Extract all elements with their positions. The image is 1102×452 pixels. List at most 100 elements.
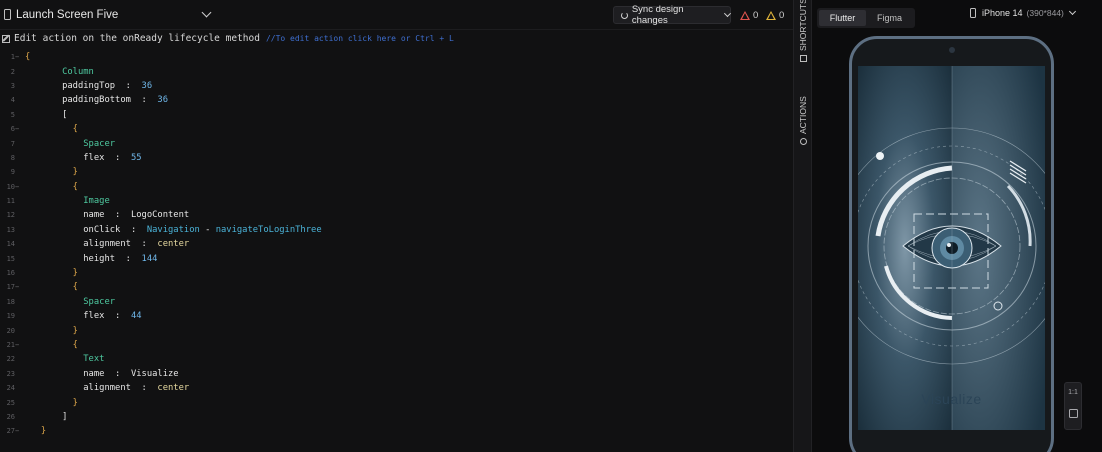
line-number: 14 bbox=[6, 240, 15, 249]
fold-icon[interactable]: − bbox=[15, 183, 22, 191]
code-line: 8 flex : 55 bbox=[10, 152, 142, 163]
code-line: 23 name : Visualize bbox=[6, 368, 179, 379]
tab-flutter[interactable]: Flutter bbox=[819, 10, 866, 26]
fold-icon[interactable]: − bbox=[15, 341, 22, 349]
warning-indicator[interactable]: 0 bbox=[766, 10, 784, 21]
visualize-text: Visualize bbox=[921, 391, 982, 407]
line-number: 11 bbox=[6, 197, 15, 206]
code-editor: Launch Screen Five Sync design changes 0… bbox=[0, 0, 793, 452]
screen-selector[interactable]: Launch Screen Five bbox=[0, 0, 212, 30]
fold-icon[interactable]: − bbox=[15, 283, 22, 291]
device-frame: Visualize bbox=[849, 36, 1054, 452]
logo-content-image[interactable] bbox=[858, 66, 1045, 430]
line-number: 19 bbox=[6, 312, 15, 321]
line-number: 2 bbox=[10, 67, 15, 76]
code-line: 15 height : 144 bbox=[6, 253, 158, 264]
code-line: 6− { bbox=[10, 124, 78, 135]
line-number: 15 bbox=[6, 254, 15, 263]
editor-toolbar: Launch Screen Five Sync design changes 0… bbox=[0, 0, 793, 30]
code-line: 27− } bbox=[6, 426, 47, 437]
fold-icon[interactable]: − bbox=[15, 125, 22, 133]
code-line: 4 paddingBottom : 36 bbox=[10, 95, 169, 106]
line-number: 27 bbox=[6, 427, 15, 436]
action-hint: //To edit action click here or Ctrl + L bbox=[265, 34, 454, 43]
widget-image: Image bbox=[83, 196, 110, 207]
widget-text: Text bbox=[83, 354, 105, 365]
line-number: 18 bbox=[6, 297, 15, 306]
code-line: 13 onClick : Navigation - navigateToLogi… bbox=[6, 224, 322, 235]
fold-icon[interactable]: − bbox=[15, 427, 22, 435]
line-number: 9 bbox=[10, 168, 15, 177]
actions-label: ACTIONS bbox=[798, 96, 808, 134]
line-number: 12 bbox=[6, 211, 15, 220]
phone-icon bbox=[4, 9, 11, 20]
actions-icon bbox=[799, 138, 807, 145]
line-number: 13 bbox=[6, 225, 15, 234]
code-line: 18 Spacer bbox=[0, 295, 793, 309]
line-number: 10 bbox=[6, 182, 15, 191]
line-number: 5 bbox=[10, 110, 15, 119]
side-panel-tabs: SHORTCUTS ACTIONS bbox=[793, 0, 812, 452]
code-line: 1−{ bbox=[10, 52, 31, 63]
code-line: 11 Image bbox=[0, 194, 793, 208]
code-area[interactable]: 1−{ 2 Column 3 paddingTop : 36 4 padding… bbox=[0, 50, 793, 439]
widget-column: Column bbox=[62, 66, 94, 77]
line-number: 24 bbox=[6, 384, 15, 393]
line-number: 4 bbox=[10, 96, 15, 105]
device-selector[interactable]: iPhone 14 (390*844) bbox=[970, 7, 1076, 18]
device-size: (390*844) bbox=[1026, 8, 1064, 18]
sync-icon bbox=[621, 11, 628, 19]
line-number: 7 bbox=[10, 139, 15, 148]
line-number: 23 bbox=[6, 369, 15, 378]
code-line: 21− { bbox=[6, 340, 78, 350]
line-number: 8 bbox=[10, 153, 15, 162]
device-name: iPhone 14 bbox=[982, 8, 1023, 18]
code-line: 19 flex : 44 bbox=[6, 311, 142, 322]
widget-spacer: Spacer bbox=[83, 296, 116, 307]
code-line: 7 Spacer bbox=[0, 136, 793, 150]
action-text: Edit action on the onReady lifecycle met… bbox=[14, 33, 260, 44]
lifecycle-action-bar[interactable]: Edit action on the onReady lifecycle met… bbox=[0, 30, 793, 47]
grid-icon bbox=[799, 55, 807, 62]
line-number: 20 bbox=[6, 326, 15, 335]
line-number: 21 bbox=[6, 341, 15, 349]
zoom-controls: 1:1 bbox=[1064, 382, 1082, 430]
chevron-down-icon bbox=[1068, 7, 1076, 16]
fold-icon[interactable]: − bbox=[15, 53, 22, 61]
sync-design-button[interactable]: Sync design changes bbox=[613, 4, 732, 26]
error-indicator[interactable]: 0 bbox=[740, 10, 758, 21]
fit-screen-icon[interactable] bbox=[1068, 409, 1078, 418]
warning-count: 0 bbox=[779, 10, 785, 21]
preview-panel: Flutter Figma iPhone 14 (390*844) Visual… bbox=[812, 0, 1102, 452]
line-number: 16 bbox=[6, 269, 15, 278]
shortcuts-tab[interactable]: SHORTCUTS bbox=[798, 0, 808, 62]
warning-icon bbox=[766, 11, 776, 20]
chevron-down-icon bbox=[724, 10, 732, 17]
code-line: 20 } bbox=[6, 325, 78, 336]
code-line: 12 name : LogoContent bbox=[6, 210, 190, 221]
code-line: 14 alignment : center bbox=[6, 239, 190, 250]
line-number: 22 bbox=[6, 355, 15, 364]
line-number: 17 bbox=[6, 283, 15, 292]
code-line: 24 alignment : center bbox=[6, 383, 190, 394]
preview-mode-toggle: Flutter Figma bbox=[817, 8, 915, 28]
code-line: 16 } bbox=[6, 268, 78, 279]
line-number: 25 bbox=[6, 398, 15, 407]
line-number: 3 bbox=[10, 81, 15, 90]
line-number: 26 bbox=[6, 412, 15, 421]
actions-tab[interactable]: ACTIONS bbox=[798, 96, 808, 145]
code-line: 5 [ bbox=[10, 109, 68, 120]
error-count: 0 bbox=[753, 10, 759, 21]
sync-label: Sync design changes bbox=[631, 4, 684, 26]
chevron-down-icon bbox=[201, 7, 212, 18]
screen-name: Launch Screen Five bbox=[16, 8, 119, 21]
zoom-reset-button[interactable]: 1:1 bbox=[1068, 389, 1078, 396]
code-line: 25 } bbox=[6, 397, 78, 408]
tab-figma[interactable]: Figma bbox=[866, 10, 913, 26]
code-line: 2 Column bbox=[0, 64, 793, 78]
camera-icon bbox=[949, 47, 955, 53]
shortcuts-label: SHORTCUTS bbox=[798, 0, 808, 51]
error-icon bbox=[740, 11, 750, 20]
edit-icon bbox=[2, 34, 10, 43]
code-line: 9 } bbox=[10, 167, 78, 178]
